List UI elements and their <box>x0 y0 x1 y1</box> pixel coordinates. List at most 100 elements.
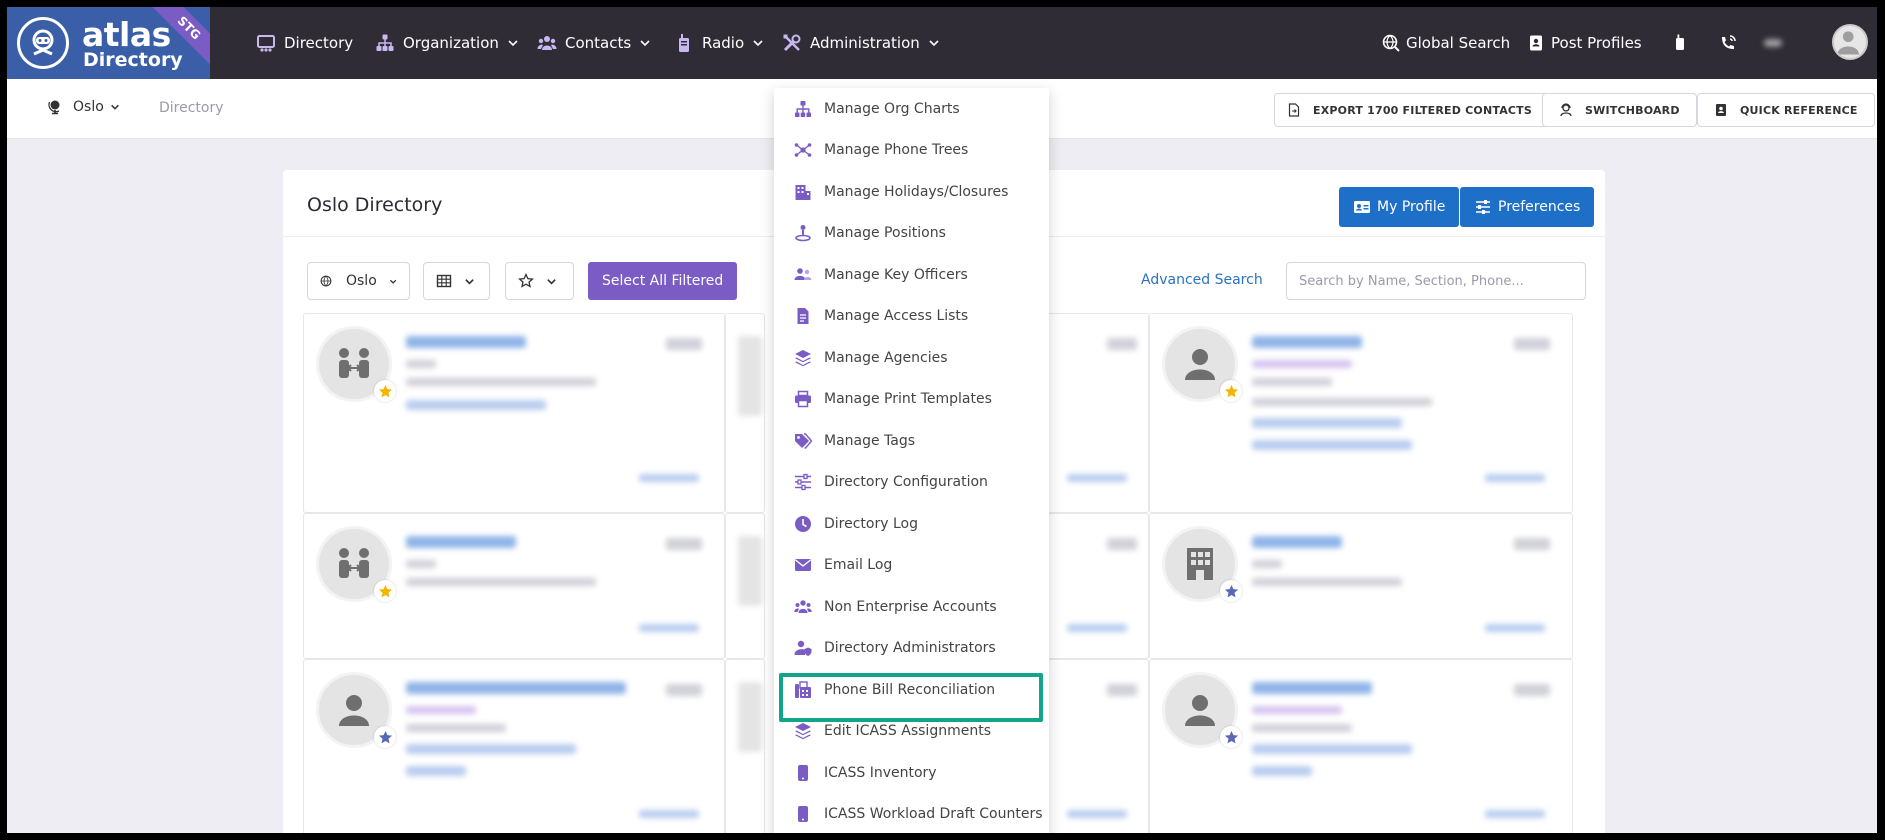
switchboard-label: SWITCHBOARD <box>1585 103 1680 117</box>
menu-item-manage-holidays-closures[interactable]: Manage Holidays/Closures <box>774 171 1049 213</box>
location-label: Oslo <box>73 99 104 115</box>
quick-reference-label: QUICK REFERENCE <box>1740 103 1858 117</box>
menu-item-phone-bill-reconciliation[interactable]: Phone Bill Reconciliation <box>774 669 1049 711</box>
contact-card[interactable] <box>1149 513 1573 659</box>
blurred-email <box>1252 744 1412 754</box>
contact-card[interactable] <box>1047 513 1149 659</box>
blurred-badge <box>1107 338 1137 350</box>
post-profiles-link[interactable]: Post Profiles <box>1527 29 1642 57</box>
nav-administration[interactable]: Administration <box>782 29 940 57</box>
menu-item-directory-administrators[interactable]: Directory Administrators <box>774 628 1049 670</box>
menu-item-directory-configuration[interactable]: Directory Configuration <box>774 462 1049 504</box>
brand-logo[interactable]: atlas Directory STG <box>7 7 210 79</box>
favorites-filter[interactable] <box>505 262 574 300</box>
blurred-link <box>639 810 699 818</box>
favorite-star[interactable] <box>374 726 396 748</box>
menu-item-label: Phone Bill Reconciliation <box>824 681 996 698</box>
building-icon <box>1187 548 1213 580</box>
favorite-star[interactable] <box>1220 726 1242 748</box>
location-filter[interactable]: Oslo <box>307 262 410 300</box>
menu-item-directory-log[interactable]: Directory Log <box>774 503 1049 545</box>
nav-radio[interactable]: Radio <box>674 29 764 57</box>
nav-contacts[interactable]: Contacts <box>537 29 651 57</box>
menu-item-non-enterprise-accounts[interactable]: Non Enterprise Accounts <box>774 586 1049 628</box>
blurred-text <box>406 706 476 714</box>
menu-item-icass-workload-draft-counters[interactable]: ICASS Workload Draft Counters <box>774 794 1049 834</box>
tools-icon <box>783 34 801 52</box>
key-officers-icon <box>794 267 812 280</box>
nav-organization[interactable]: Organization <box>375 29 519 57</box>
blurred-text <box>406 560 436 568</box>
users-icon <box>537 36 557 50</box>
breadcrumb[interactable]: Directory <box>159 100 224 116</box>
menu-item-icass-inventory[interactable]: ICASS Inventory <box>774 752 1049 794</box>
contact-card[interactable] <box>1149 313 1573 513</box>
user-avatar[interactable] <box>1832 24 1868 60</box>
user-icon <box>1185 349 1215 380</box>
menu-item-label: Manage Print Templates <box>824 391 992 408</box>
id-card-icon <box>1354 201 1370 213</box>
menu-item-label: Edit ICASS Assignments <box>824 723 991 740</box>
menu-item-manage-access-lists[interactable]: Manage Access Lists <box>774 296 1049 338</box>
advanced-search-link[interactable]: Advanced Search <box>1141 272 1263 288</box>
menu-item-label: Manage Holidays/Closures <box>824 183 1009 200</box>
blurred-text <box>406 360 436 368</box>
blurred-name <box>1252 682 1372 694</box>
menu-item-email-log[interactable]: Email Log <box>774 545 1049 587</box>
profile-book-icon <box>1530 35 1542 51</box>
nav-organization-label: Organization <box>403 34 499 52</box>
menu-item-manage-key-officers[interactable]: Manage Key Officers <box>774 254 1049 296</box>
select-all-filtered-button[interactable]: Select All Filtered <box>588 262 738 300</box>
access-list-icon <box>797 308 809 325</box>
my-profile-button[interactable]: My Profile <box>1339 187 1460 227</box>
menu-item-label: ICASS Workload Draft Counters <box>824 806 1043 823</box>
nav-directory[interactable]: Directory <box>256 29 353 57</box>
blurred-phone <box>1252 440 1412 450</box>
blurred-photo <box>738 682 762 752</box>
phone-volume-icon <box>1722 35 1736 49</box>
blurred-nav-item[interactable] <box>1764 29 1788 57</box>
clock-icon <box>795 515 811 532</box>
blurred-text <box>1252 560 1282 568</box>
menu-item-manage-agencies[interactable]: Manage Agencies <box>774 337 1049 379</box>
location-selector[interactable]: Oslo <box>47 99 120 115</box>
export-contacts-button[interactable]: EXPORT 1700 FILTERED CONTACTS <box>1274 93 1568 127</box>
contact-card[interactable] <box>303 659 725 833</box>
global-search-link[interactable]: Global Search <box>1382 29 1510 57</box>
menu-item-label: Directory Log <box>824 515 918 532</box>
phone-quick-button[interactable] <box>1719 29 1743 57</box>
contact-card[interactable] <box>725 313 765 513</box>
favorite-star[interactable] <box>1220 380 1242 402</box>
search-input[interactable]: Search by Name, Section, Phone... <box>1286 262 1586 300</box>
star-icon <box>378 730 392 743</box>
favorite-star[interactable] <box>1220 580 1242 602</box>
blurred-link <box>1485 810 1545 818</box>
contact-card[interactable] <box>1047 313 1149 513</box>
switchboard-button[interactable]: SWITCHBOARD <box>1542 93 1697 127</box>
menu-item-manage-phone-trees[interactable]: Manage Phone Trees <box>774 130 1049 172</box>
view-mode-filter[interactable] <box>423 262 490 300</box>
favorite-star[interactable] <box>374 580 396 602</box>
preferences-button[interactable]: Preferences <box>1460 187 1595 227</box>
contact-card[interactable] <box>1047 659 1149 833</box>
contact-card[interactable] <box>1149 659 1573 833</box>
contact-card[interactable] <box>303 513 725 659</box>
menu-item-edit-icass-assignments[interactable]: Edit ICASS Assignments <box>774 711 1049 753</box>
menu-item-manage-positions[interactable]: Manage Positions <box>774 213 1049 255</box>
contact-card[interactable] <box>725 659 765 833</box>
nav-directory-label: Directory <box>284 34 354 52</box>
menu-item-label: Manage Org Charts <box>824 100 960 117</box>
menu-item-manage-tags[interactable]: Manage Tags <box>774 420 1049 462</box>
menu-item-manage-print-templates[interactable]: Manage Print Templates <box>774 379 1049 421</box>
blurred-name <box>406 336 526 348</box>
blurred-link <box>1067 624 1127 632</box>
favorite-star[interactable] <box>374 380 396 402</box>
blurred-link <box>639 474 699 482</box>
menu-item-manage-org-charts[interactable]: Manage Org Charts <box>774 88 1049 130</box>
preferences-label: Preferences <box>1498 199 1581 215</box>
nav-administration-label: Administration <box>810 34 920 52</box>
contact-card[interactable] <box>303 313 725 513</box>
radio-quick-button[interactable] <box>1671 29 1695 57</box>
quick-reference-button[interactable]: QUICK REFERENCE <box>1697 93 1875 127</box>
contact-card[interactable] <box>725 513 765 659</box>
